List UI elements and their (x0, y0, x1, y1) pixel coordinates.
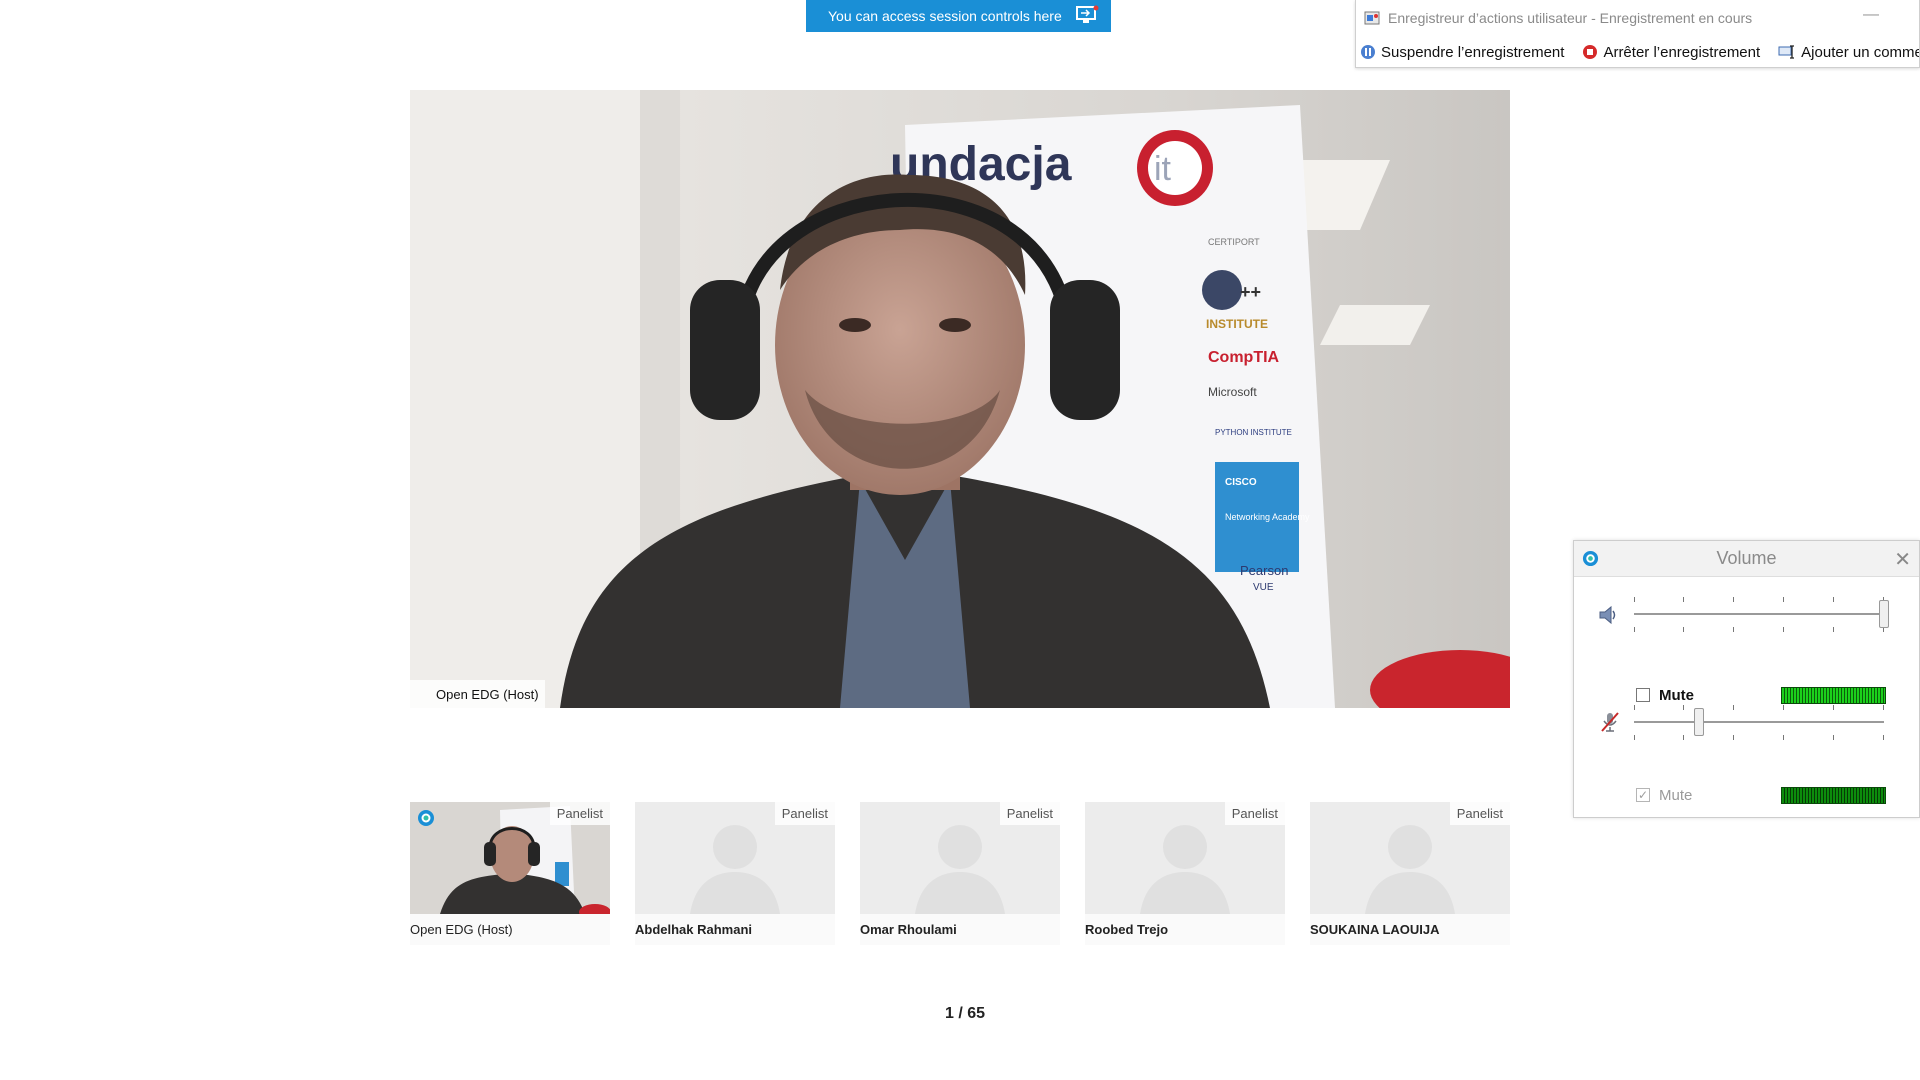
recorder-app-icon (1364, 11, 1380, 25)
participant-name: Abdelhak Rahmani (635, 914, 835, 945)
screen-share-icon[interactable] (1075, 5, 1099, 25)
panelist-badge: Panelist (774, 802, 835, 825)
microphone-mute-checkbox[interactable]: ✓ (1636, 788, 1650, 802)
participant-name: Open EDG (Host) (410, 914, 610, 945)
close-icon[interactable]: ✕ (1894, 547, 1911, 572)
svg-text:VUE: VUE (1253, 582, 1274, 593)
participant-tile[interactable]: Panelist Omar Rhoulami (860, 802, 1060, 945)
participant-avatar: Panelist (1310, 802, 1510, 914)
recorder-titlebar: Enregistreur d’actions utilisateur - Enr… (1356, 0, 1919, 36)
stop-recording-button[interactable]: Arrêter l’enregistrement (1582, 44, 1760, 61)
participant-name: Roobed Trejo (1085, 914, 1285, 945)
minimize-button[interactable]: — (1863, 6, 1879, 24)
participant-tile[interactable]: Panelist SOUKAINA LAOUIJA (1310, 802, 1510, 945)
svg-text:INSTITUTE: INSTITUTE (1206, 317, 1268, 331)
microphone-muted-icon (1601, 712, 1619, 732)
comment-icon (1778, 45, 1795, 59)
volume-panel: Volume ✕ Mute ✓ Mute (1573, 540, 1920, 818)
add-comment-label: Ajouter un comme (1801, 43, 1920, 61)
participant-tile[interactable]: Panelist Roobed Trejo (1085, 802, 1285, 945)
steps-recorder-window: Enregistreur d’actions utilisateur - Enr… (1355, 0, 1920, 68)
stop-recording-label: Arrêter l’enregistrement (1603, 43, 1761, 61)
participant-avatar: Panelist (635, 802, 835, 914)
pause-recording-button[interactable]: Suspendre l’enregistrement (1360, 44, 1564, 61)
page-indicator: 1 / 65 (944, 1005, 986, 1022)
recorder-toolbar: Suspendre l’enregistrement Arrêter l’enr… (1356, 36, 1920, 67)
session-controls-banner[interactable]: You can access session controls here (806, 0, 1111, 32)
microphone-slider-track (1634, 721, 1884, 723)
svg-text:CISCO: CISCO (1225, 477, 1257, 488)
participant-avatar: Panelist (860, 802, 1060, 914)
participant-tile[interactable]: Panelist Abdelhak Rahmani (635, 802, 835, 945)
add-comment-button[interactable]: Ajouter un comme (1778, 43, 1920, 61)
svg-text:Pearson: Pearson (1240, 563, 1288, 578)
svg-text:CERTIPORT: CERTIPORT (1208, 237, 1260, 247)
microphone-slider-handle[interactable] (1694, 708, 1704, 736)
stop-icon (1583, 45, 1598, 59)
session-controls-text: You can access session controls here (828, 8, 1062, 24)
panelist-badge: Panelist (999, 802, 1060, 825)
svg-text:it: it (1154, 150, 1172, 188)
microphone-mute-label: Mute (1659, 786, 1693, 804)
main-video-feed[interactable]: it undacja CERTIPORT ++ INSTITUTE CompTI… (410, 90, 1510, 708)
microphone-mute-row: ✓ Mute (1574, 783, 1919, 807)
microphone-volume-slider[interactable] (1574, 699, 1919, 745)
host-name-label: Open EDG (Host) (410, 680, 545, 708)
host-video-frame: it undacja CERTIPORT ++ INSTITUTE CompTI… (410, 90, 1510, 708)
svg-text:CompTIA: CompTIA (1208, 349, 1280, 366)
panelist-badge: Panelist (549, 802, 610, 825)
volume-header: Volume ✕ (1574, 541, 1919, 577)
participant-avatar: Panelist (1085, 802, 1285, 914)
participant-tile[interactable]: Panelist Open EDG (Host) (410, 802, 610, 945)
panelist-badge: Panelist (1449, 802, 1510, 825)
participant-video: Panelist (410, 802, 610, 914)
speaker-icon (1599, 605, 1616, 625)
speaker-volume-slider[interactable] (1574, 591, 1919, 637)
panelist-badge: Panelist (1224, 802, 1285, 825)
svg-text:Networking Academy: Networking Academy (1225, 512, 1310, 522)
webex-logo-icon (1582, 550, 1599, 567)
pause-icon (1361, 45, 1375, 59)
participant-name: SOUKAINA LAOUIJA (1310, 914, 1510, 945)
svg-text:PYTHON INSTITUTE: PYTHON INSTITUTE (1215, 428, 1292, 437)
svg-text:Microsoft: Microsoft (1208, 385, 1257, 399)
volume-title: Volume (1716, 548, 1777, 568)
speaker-slider-track (1634, 613, 1884, 615)
pause-recording-label: Suspendre l’enregistrement (1381, 43, 1565, 61)
participant-name: Omar Rhoulami (860, 914, 1060, 945)
microphone-level-meter (1781, 786, 1886, 804)
svg-text:++: ++ (1240, 282, 1261, 302)
speaker-slider-handle[interactable] (1879, 600, 1889, 628)
recorder-title: Enregistreur d’actions utilisateur - Enr… (1388, 10, 1753, 26)
webex-logo-icon (418, 810, 434, 826)
